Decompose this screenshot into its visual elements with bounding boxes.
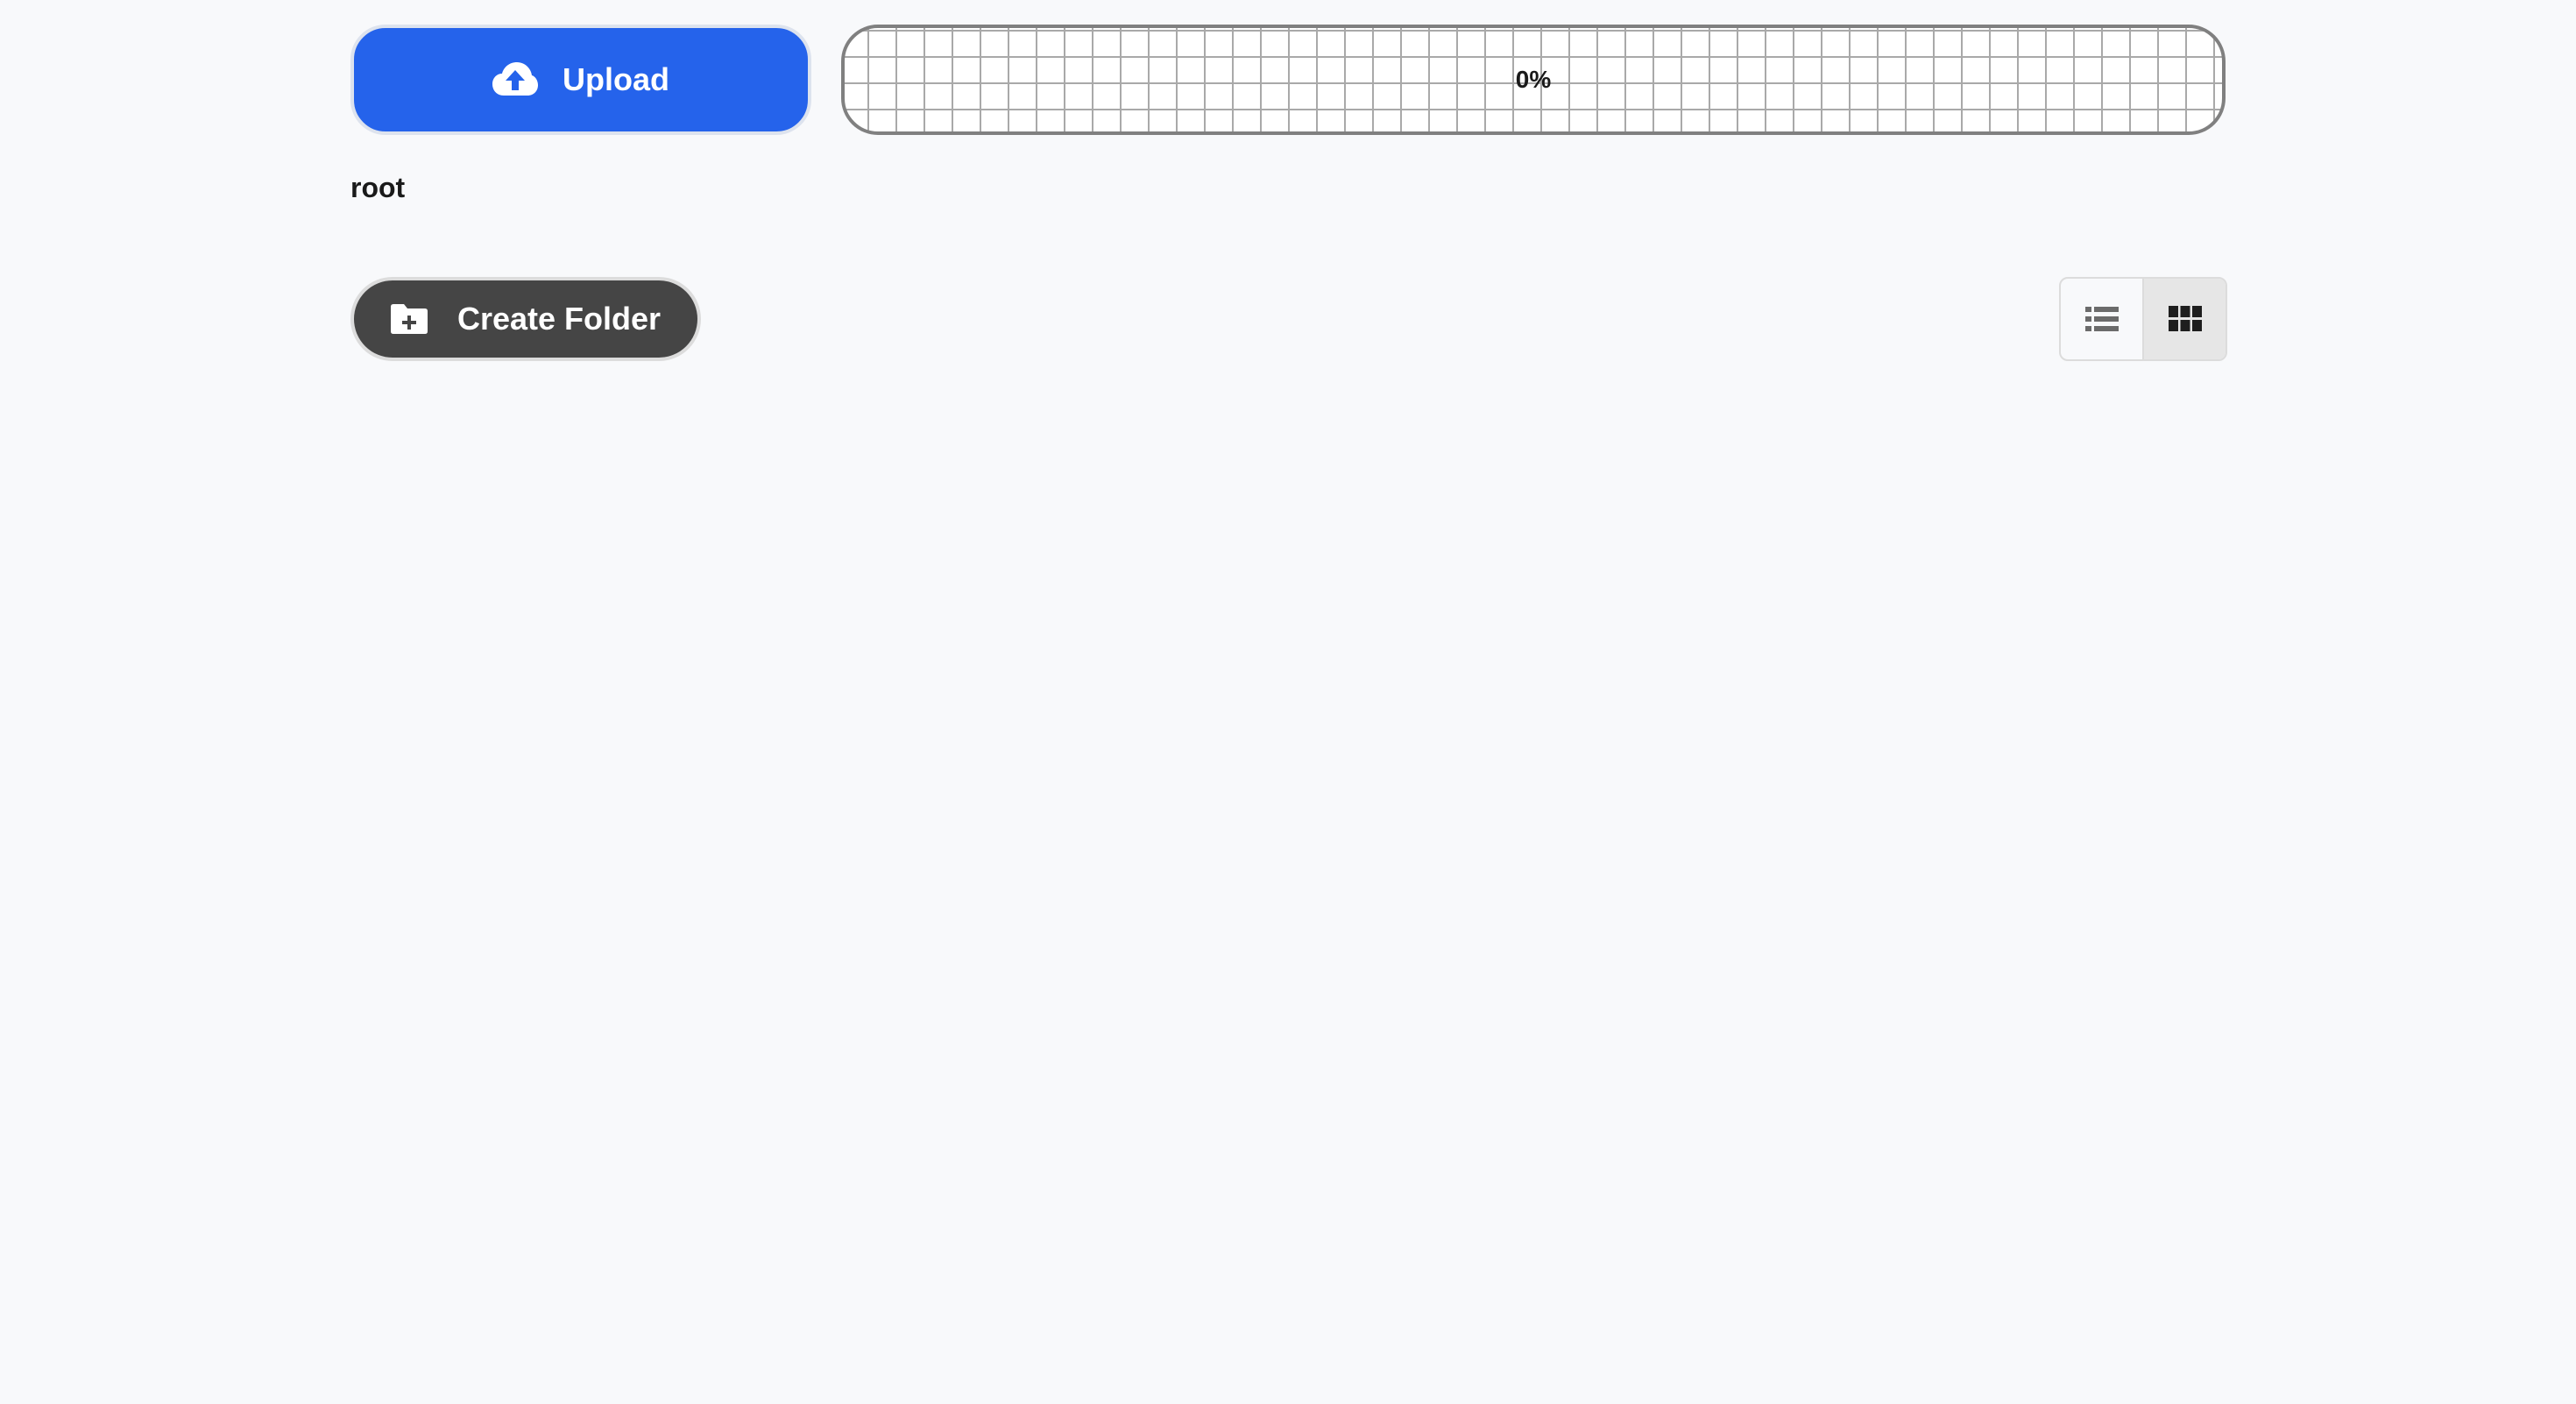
breadcrumb[interactable]: root	[350, 172, 405, 204]
list-view-button[interactable]	[2061, 279, 2142, 359]
upload-progress-bar: 0%	[841, 25, 2226, 135]
grid-view-button[interactable]	[2142, 279, 2226, 359]
folder-plus-icon	[390, 304, 428, 334]
create-folder-label: Create Folder	[456, 301, 662, 337]
cloud-upload-icon	[492, 62, 538, 97]
view-toggle	[2059, 277, 2227, 361]
progress-label: 0%	[1515, 66, 1552, 93]
upload-label: Upload	[563, 61, 669, 97]
grid-view-icon	[2168, 305, 2202, 333]
create-folder-button[interactable]: Create Folder	[350, 277, 701, 361]
file-manager-page: Upload 0% root Create Folder	[0, 0, 2576, 1404]
upload-button[interactable]: Upload	[350, 25, 811, 135]
list-view-icon	[2084, 305, 2119, 333]
